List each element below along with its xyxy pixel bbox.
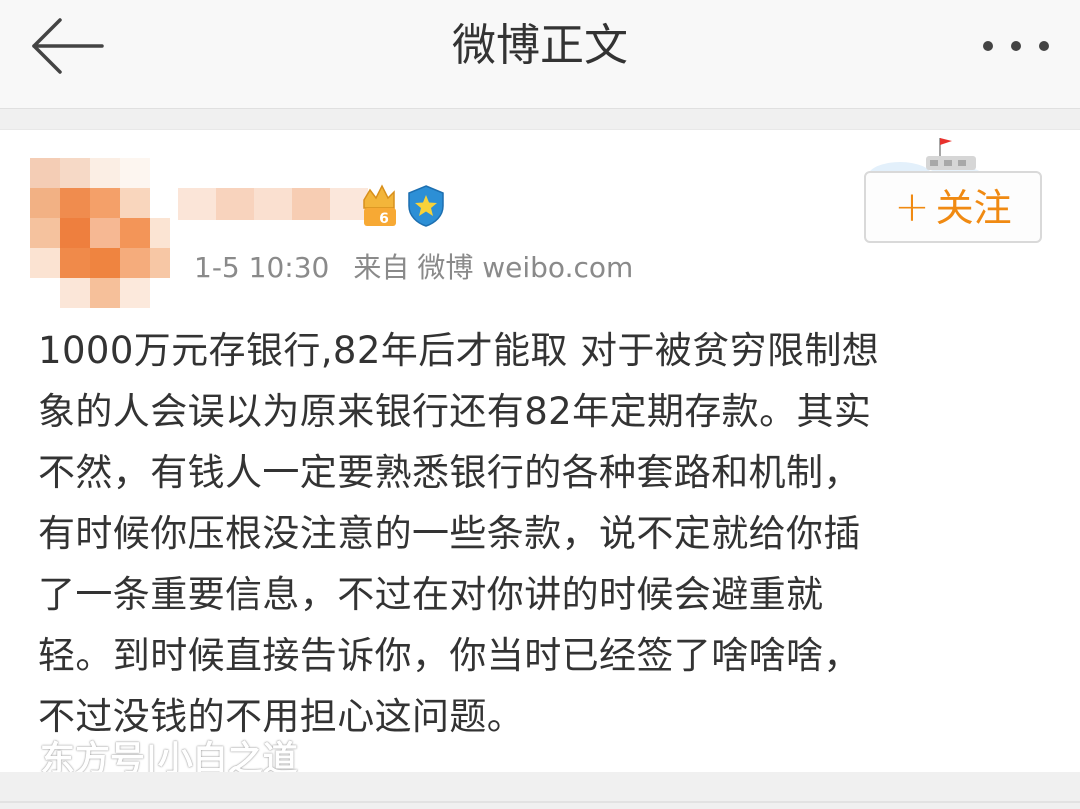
follow-label: 关注 (935, 186, 1012, 230)
weibo-post-card: 6 1-5 10:30 来自 微博 weibo.com + 关注 1000万元存银行,… (0, 129, 1080, 780)
post-text-line: 了一条重要信息，不过在对你讲的时候会避重就 (38, 573, 824, 616)
author-avatar[interactable] (30, 158, 170, 308)
source-prefix: 来自 (353, 251, 410, 284)
verified-badge (404, 184, 448, 228)
post-text-line: 有时候你压根没注意的一些条款，说不定就给你插 (38, 512, 861, 555)
verified-star-badge-icon (408, 185, 444, 227)
crown-icon: 6 (363, 184, 396, 227)
author-name-blurred[interactable] (178, 180, 368, 228)
more-options-button[interactable] (976, 24, 1056, 68)
more-dots-icon (983, 41, 1049, 51)
section-gap (0, 109, 1080, 129)
plus-icon: + (894, 182, 930, 231)
vip-crown-badge: 6 (360, 182, 400, 230)
post-time: 1-5 10:30 (194, 251, 330, 284)
post-text-line: 象的人会误以为原来银行还有82年定期存款。其实 (38, 390, 872, 433)
follow-button[interactable]: + 关注 (864, 171, 1042, 243)
page-title: 微博正文 (452, 20, 628, 71)
post-meta: 1-5 10:30 来自 微博 weibo.com (194, 250, 633, 286)
post-text-line: 轻。到时候直接告诉你，你当时已经签了啥啥啥， (38, 634, 861, 677)
post-source[interactable]: 微博 weibo.com (417, 250, 633, 286)
bottom-strip (0, 772, 1080, 809)
vip-level-text: 6 (379, 211, 389, 227)
post-text: 1000万元存银行,82年后才能取 对于被贫穷限制想 象的人会误以为原来银行还有… (38, 320, 1048, 747)
divider (0, 801, 1080, 803)
post-text-line: 不然，有钱人一定要熟悉银行的各种套路和机制， (38, 451, 861, 494)
top-nav-bar: 微博正文 (0, 0, 1080, 109)
post-text-line: 1000万元存银行,82年后才能取 对于被贫穷限制想 (38, 329, 880, 372)
